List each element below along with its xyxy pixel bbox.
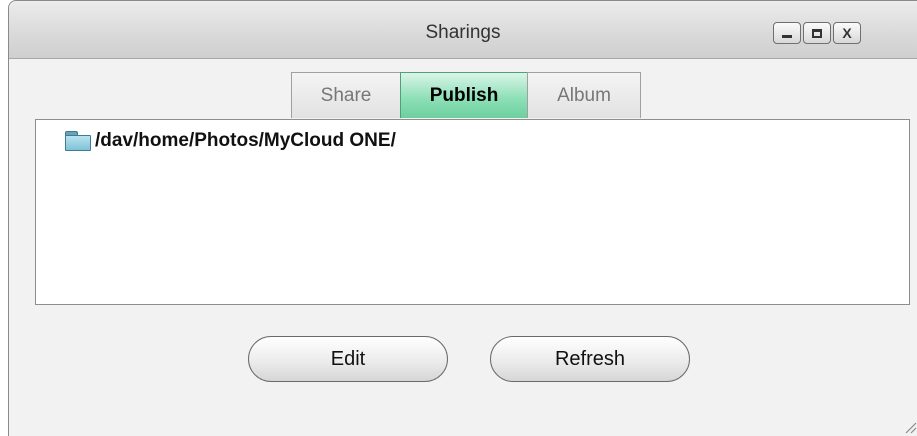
published-folder-list[interactable]: /dav/home/Photos/MyCloud ONE/ (35, 119, 910, 305)
tab-publish[interactable]: Publish (400, 72, 528, 118)
resize-grip-icon[interactable] (903, 420, 917, 434)
folder-icon (64, 130, 92, 152)
close-button[interactable]: X (833, 22, 861, 44)
sharings-window: Sharings X Share Publish Album /dav/home… (8, 0, 917, 436)
tab-bar: Share Publish Album (291, 72, 641, 118)
minimize-icon (782, 34, 792, 38)
list-item[interactable]: /dav/home/Photos/MyCloud ONE/ (64, 130, 396, 152)
close-icon: X (842, 25, 852, 41)
maximize-button[interactable] (803, 22, 831, 44)
action-buttons: Edit Refresh (248, 336, 690, 382)
title-bar[interactable]: Sharings X (9, 1, 917, 59)
refresh-button[interactable]: Refresh (490, 336, 690, 382)
minimize-button[interactable] (773, 22, 801, 44)
folder-path: /dav/home/Photos/MyCloud ONE/ (95, 130, 396, 151)
tab-share[interactable]: Share (291, 72, 401, 118)
maximize-icon (812, 28, 822, 38)
tab-album[interactable]: Album (527, 72, 641, 118)
edit-button[interactable]: Edit (248, 336, 448, 382)
window-controls: X (773, 22, 861, 44)
